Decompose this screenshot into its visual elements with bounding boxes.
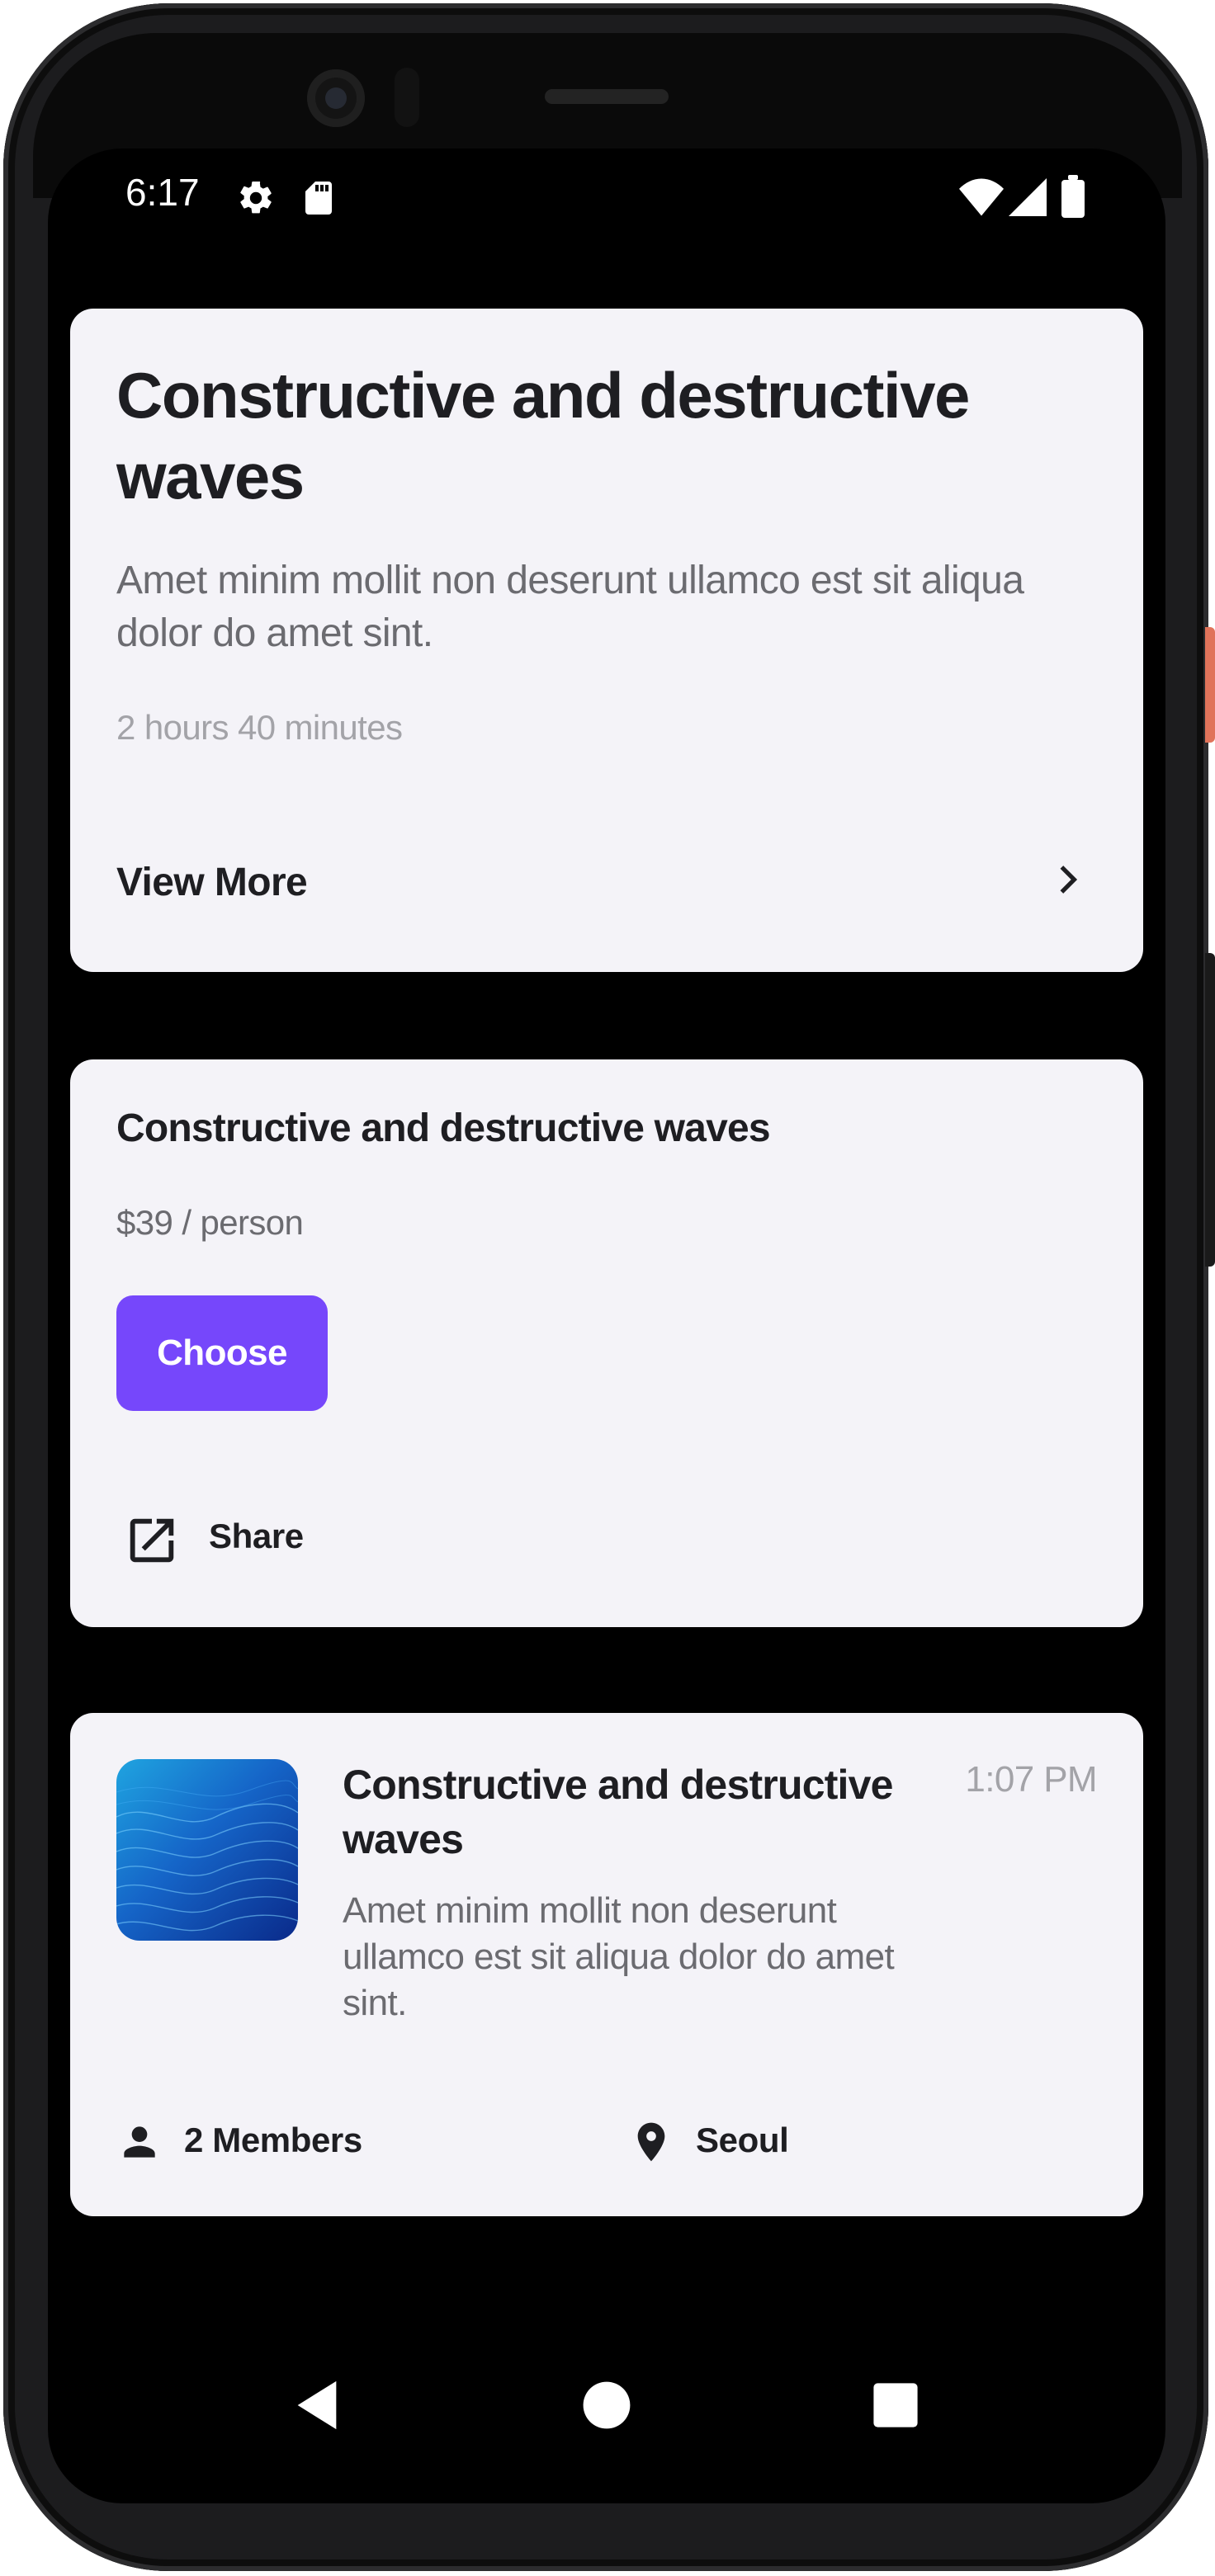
view-more-row[interactable]: View More [70,820,1143,944]
battery-icon [1061,175,1085,218]
earpiece-speaker [545,89,669,104]
card-title: Constructive and destructive waves [116,359,970,512]
system-nav-bar [48,2360,1165,2459]
settings-icon [240,181,272,214]
open-in-new-icon [130,1518,174,1563]
home-icon[interactable] [581,2380,632,2431]
event-time: 1:07 PM [965,1759,1097,1800]
price-label: $39 / person [116,1203,304,1242]
choose-button[interactable]: Choose [116,1295,328,1411]
share-label: Share [209,1517,304,1555]
sd-card-icon [305,182,332,215]
card-title: Constructive and destructive waves [116,1106,771,1150]
card-title: Constructive and destructive waves [343,1762,893,1862]
card-description: Amet minim mollit non deserunt ullamco e… [116,559,1024,655]
chevron-right-icon [1060,866,1078,894]
course-card: Constructive and destructive waves Amet … [70,309,1143,972]
location-info: Seoul [628,2109,958,2175]
status-bar: 6:17 [48,149,1165,239]
view-more-label: View More [116,861,308,904]
waves-image [116,1759,298,1941]
wifi-icon [959,178,1004,216]
card-duration: 2 hours 40 minutes [116,708,403,747]
person-icon [124,2126,155,2158]
waves-thumbnail [116,1759,298,1941]
power-button [1205,627,1215,743]
event-card: Constructive and destructive waves 1:07 … [70,1713,1143,2216]
recents-icon[interactable] [872,2381,920,2429]
front-camera [307,69,365,127]
signal-icon [1009,178,1047,216]
share-button[interactable]: Share [116,1505,364,1571]
pricing-card: Constructive and destructive waves $39 /… [70,1059,1143,1627]
members-label: 2 Members [184,2121,362,2159]
location-label: Seoul [696,2121,789,2159]
proximity-sensor [395,68,419,127]
card-description: Amet minim mollit non deserunt ullamco e… [343,1890,895,2023]
status-time: 6:17 [125,171,200,214]
screen: 6:17 Constructive and destructive waves … [48,149,1165,2503]
volume-button [1205,953,1215,1267]
back-icon[interactable] [292,2376,342,2434]
members-info: 2 Members [116,2109,529,2175]
location-pin-icon [637,2122,665,2162]
